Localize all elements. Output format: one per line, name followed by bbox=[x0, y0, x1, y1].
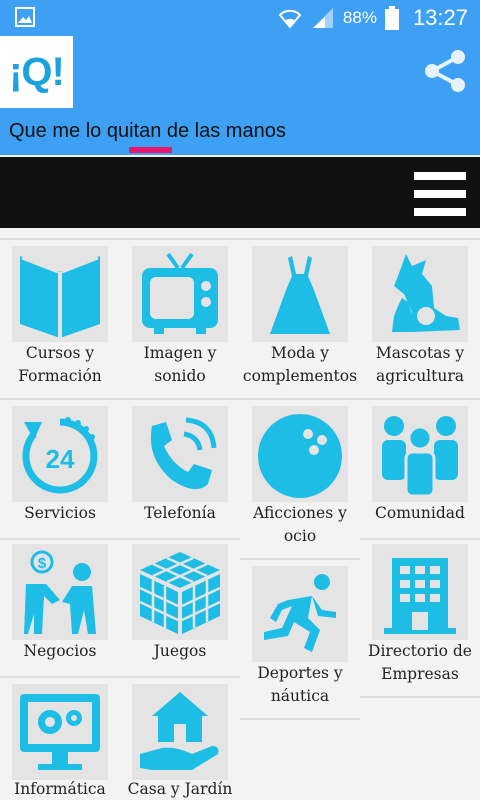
category-label: Aficciones y ocio bbox=[253, 504, 347, 545]
category-label: Juegos bbox=[153, 642, 207, 660]
battery-icon bbox=[384, 6, 399, 30]
rubiks-cube-icon bbox=[132, 544, 228, 640]
category-label: Mascotas y agricultura bbox=[375, 344, 465, 385]
row-divider bbox=[0, 398, 480, 400]
computer-settings-icon bbox=[12, 684, 108, 780]
category-label: Negocios bbox=[23, 642, 97, 660]
tab-indicator bbox=[129, 147, 172, 153]
runner-icon bbox=[252, 566, 348, 662]
book-icon bbox=[12, 246, 108, 342]
row-divider bbox=[240, 558, 360, 560]
svg-text:24: 24 bbox=[46, 444, 75, 474]
tv-icon bbox=[132, 246, 228, 342]
wifi-icon bbox=[278, 9, 302, 29]
signal-icon bbox=[312, 8, 333, 28]
menu-bar bbox=[0, 157, 480, 228]
row-divider bbox=[360, 538, 480, 540]
row-divider bbox=[0, 676, 240, 678]
bowling-ball-icon bbox=[252, 406, 348, 502]
battery-percentage: 88% bbox=[342, 8, 377, 27]
community-icon bbox=[372, 406, 468, 502]
category-label: Imagen y sonido bbox=[143, 344, 217, 385]
share-icon[interactable] bbox=[420, 46, 470, 96]
category-label: Directorio de Empresas bbox=[368, 642, 472, 683]
category-label: Deportes y náutica bbox=[257, 664, 343, 705]
building-icon bbox=[372, 544, 468, 640]
row-divider bbox=[360, 696, 480, 698]
business-handshake-icon: $ bbox=[12, 544, 108, 640]
status-bar: 88% 13:27 bbox=[0, 0, 480, 36]
house-hand-icon bbox=[132, 684, 228, 780]
app-bar: ¡Q! Que me lo quitan de las manos bbox=[0, 36, 480, 155]
category-label: Informática bbox=[14, 780, 106, 798]
gallery-icon bbox=[15, 7, 35, 27]
phone-icon bbox=[132, 406, 228, 502]
row-divider bbox=[240, 718, 360, 720]
pets-icon bbox=[372, 246, 468, 342]
grid-top-divider bbox=[0, 238, 480, 240]
category-label: Casa y Jardín bbox=[127, 780, 233, 798]
app-logo[interactable]: ¡Q! bbox=[0, 36, 73, 108]
logo-text: ¡Q! bbox=[9, 49, 65, 94]
category-label: Moda y complementos bbox=[242, 344, 358, 385]
clock: 13:27 bbox=[412, 5, 468, 30]
hamburger-menu-icon[interactable] bbox=[414, 172, 466, 216]
app-tagline: Que me lo quitan de las manos bbox=[9, 120, 286, 142]
category-label: Comunidad bbox=[375, 504, 465, 522]
24h-service-icon: 24 bbox=[12, 406, 108, 502]
category-label: Cursos y Formación bbox=[18, 344, 102, 385]
svg-text:$: $ bbox=[38, 555, 47, 572]
row-divider bbox=[0, 538, 240, 540]
dress-icon bbox=[252, 246, 348, 342]
category-label: Telefonía bbox=[144, 504, 216, 522]
category-label: Servicios bbox=[24, 504, 96, 522]
